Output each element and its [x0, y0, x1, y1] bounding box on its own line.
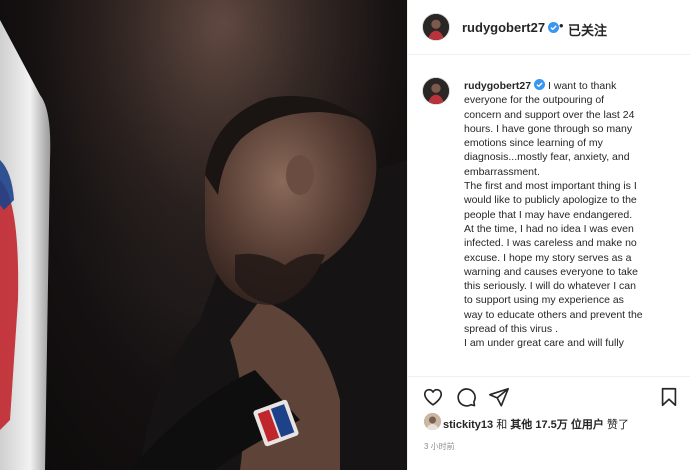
post-caption: rudygobert27 I want to thank everyone fo…	[464, 79, 682, 351]
avatar-image	[424, 413, 441, 430]
header-separator: •	[559, 18, 564, 33]
caption-line: embarrassment.	[464, 165, 540, 178]
caption-scroll-area[interactable]: rudygobert27 I want to thank everyone fo…	[408, 55, 690, 371]
caption-line: would like to publicly apologize to the	[464, 194, 637, 207]
caption-line: spread of this virus .	[464, 323, 558, 336]
caption-username[interactable]: rudygobert27	[464, 80, 531, 92]
bookmark-icon	[661, 387, 677, 407]
author-username: rudygobert27	[462, 20, 546, 35]
verified-badge-icon	[534, 79, 546, 90]
verified-badge-icon	[548, 22, 560, 33]
author-avatar[interactable]	[422, 13, 450, 41]
caption-line: diagnosis...mostly fear, anxiety, and	[464, 151, 630, 164]
like-button[interactable]	[422, 386, 444, 408]
caption-line: warning and causes everyone to take	[464, 265, 638, 278]
post-photo[interactable]	[0, 0, 407, 470]
caption-line: emotions since learning of my	[464, 137, 603, 150]
caption-line: excuse. I hope my story serves as a	[464, 251, 632, 264]
caption-line: people that I may have endangered.	[464, 208, 633, 221]
likes-text: stickity13 和 其他 17.5万 位用户 赞了	[443, 416, 629, 432]
likes-count: 17.5万	[535, 419, 568, 431]
likes-others-link[interactable]: 其他 17.5万 位用户	[510, 419, 604, 431]
caption-line: everyone for the outpouring of	[464, 94, 605, 107]
paper-plane-icon	[489, 387, 509, 407]
avatar-image	[423, 78, 449, 104]
heart-icon	[423, 388, 443, 406]
caption-line: to support using my experience as	[464, 294, 624, 307]
post-header: rudygobert27 • 已关注	[408, 0, 690, 55]
caption-line: infected. I was careless and make no	[464, 237, 637, 250]
caption-line: concern and support over the last 24	[464, 108, 635, 121]
likes-and: 和	[496, 419, 508, 431]
post-photo-illustration	[0, 0, 407, 470]
comment-button[interactable]	[455, 386, 477, 408]
caption-line: hours. I have gone through so many	[464, 122, 633, 135]
caption-line: The first and most important thing is I	[464, 180, 637, 193]
share-button[interactable]	[488, 386, 510, 408]
liker-username[interactable]: stickity13	[443, 419, 493, 431]
post-timestamp[interactable]: 3 小时前	[424, 441, 455, 452]
caption-line: At the time, I had no idea I was even	[464, 222, 634, 235]
avatar-image	[423, 14, 449, 40]
caption-line: I am under great care and will fully	[464, 337, 624, 350]
comment-icon	[457, 388, 476, 407]
caption-line: rudygobert27 I want to thank	[464, 79, 617, 92]
caption-line: way to educate others and prevent the	[464, 308, 643, 321]
likes-suffix: 赞了	[606, 419, 629, 431]
post-side-panel: rudygobert27 • 已关注 rudygobert27 I want t…	[407, 0, 690, 470]
action-bar	[408, 376, 690, 412]
follow-status-button[interactable]: 已关注	[568, 20, 607, 39]
save-button[interactable]	[658, 386, 680, 408]
caption-author-avatar[interactable]	[422, 77, 450, 105]
caption-line: this seriously. I will do whatever I can	[464, 280, 636, 293]
liker-avatar[interactable]	[424, 413, 441, 430]
author-username-link[interactable]: rudygobert27	[462, 20, 560, 35]
